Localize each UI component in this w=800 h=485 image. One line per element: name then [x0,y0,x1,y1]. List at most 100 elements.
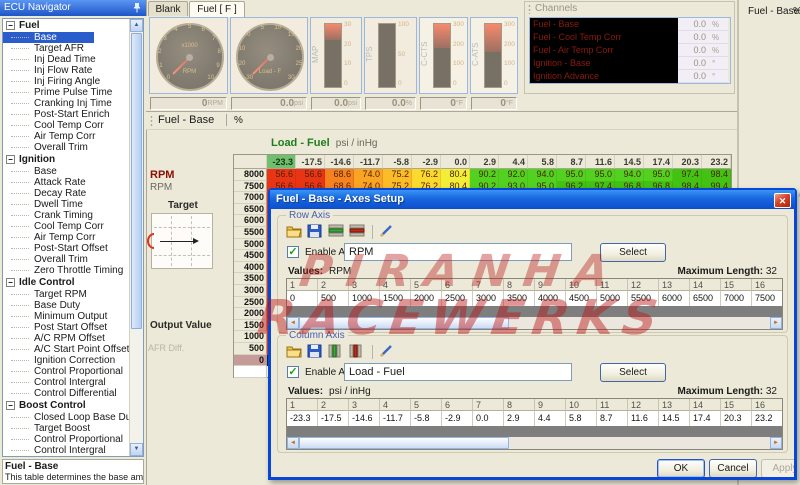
row-header[interactable]: 6500 [234,203,267,216]
row-header[interactable]: 7000 [234,192,267,204]
tree-item-air-temp-corr[interactable]: Air Temp Corr [3,232,130,243]
strip-value-cell[interactable]: 8.7 [597,411,628,426]
tree-item-attack-rate[interactable]: Attack Rate [3,177,130,188]
col-header[interactable]: 0.0 [441,155,470,169]
strip-value-cell[interactable]: 4.4 [535,411,566,426]
drag-handle-icon[interactable] [150,115,153,126]
tree-item-control-proportional[interactable]: Control Proportional [3,366,130,377]
strip-value-cell[interactable]: 23.2 [752,411,782,426]
col-header[interactable]: -17.5 [296,155,325,169]
save-icon[interactable] [307,344,324,359]
table-cell[interactable]: 68.6 [325,169,354,181]
col-header[interactable]: -14.6 [325,155,354,169]
strip-value-cell[interactable]: 0.0 [473,411,504,426]
strip-value-cell[interactable]: 5500 [628,291,659,306]
strip-value-cell[interactable]: 0 [287,291,318,306]
row-header[interactable]: 2500 [234,296,267,309]
tree-scrollbar-thumb[interactable] [131,33,142,329]
tree-item-cool-temp-corr[interactable]: Cool Temp Corr [3,120,130,131]
axis-name-input[interactable]: RPM [344,243,572,261]
tree-group-fuel[interactable]: Fuel − [3,19,130,32]
row-header[interactable]: 5500 [234,226,267,239]
save-icon[interactable] [307,224,324,239]
axis-name-input[interactable]: Load - Fuel [344,363,572,381]
tree-item-a-c-rpm-offset[interactable]: A/C RPM Offset [3,333,130,344]
strip-value-cell[interactable]: 11.6 [628,411,659,426]
table-unit-selector[interactable]: % [234,115,243,126]
strip-value-cell[interactable]: -5.8 [411,411,442,426]
strip-value-cell[interactable]: -14.6 [349,411,380,426]
row-header[interactable]: 3500 [234,273,267,285]
insert-row-icon[interactable] [328,224,345,239]
tree-scrollbar[interactable]: ▲ ▼ [129,19,143,456]
strip-value-cell[interactable]: -2.9 [442,411,473,426]
channel-row[interactable]: Ignition - Base 0.0 ° [530,57,730,70]
tree-group-idle-control[interactable]: Idle Control − [3,276,130,289]
strip-scrollbar-thumb[interactable] [299,437,509,449]
tree-group-boost-control[interactable]: Boost Control − [3,399,130,412]
tree-item-control-intergral[interactable]: Control Intergral [3,445,130,456]
tree-item-dwell-time[interactable]: Dwell Time [3,199,130,210]
pin-icon[interactable] [131,2,143,14]
tree-item-inj-flow-rate[interactable]: Inj Flow Rate [3,65,130,76]
strip-scrollbar[interactable]: ◄ ► [287,437,782,449]
col-header[interactable]: 14.5 [615,155,644,169]
col-header[interactable]: -2.9 [412,155,441,169]
collapse-icon[interactable]: − [6,278,15,287]
insert-column-icon[interactable] [328,344,345,359]
strip-value-cell[interactable]: 2.9 [504,411,535,426]
strip-scrollbar-thumb[interactable] [299,317,509,329]
table-cell[interactable]: 95.0 [557,169,586,181]
enable-axis-checkbox[interactable]: ✓ [287,366,299,378]
strip-value-cell[interactable]: 17.4 [690,411,721,426]
tree-item-overall-trim[interactable]: Overall Trim [3,142,130,153]
strip-value-cell[interactable]: 7500 [752,291,782,306]
open-icon[interactable] [286,224,303,239]
tree-item-base[interactable]: Base [3,166,130,177]
row-header[interactable]: 4500 [234,250,267,262]
tree-item-inj-firing-angle[interactable]: Inj Firing Angle [3,76,130,87]
tree-item-prime-pulse-time[interactable]: Prime Pulse Time [3,87,130,98]
col-header[interactable]: -11.7 [354,155,383,169]
select-button[interactable]: Select [600,363,666,382]
strip-value-cell[interactable]: 2500 [442,291,473,306]
strip-value-cell[interactable]: -11.7 [380,411,411,426]
scroll-left-icon[interactable]: ◄ [287,437,299,449]
col-header[interactable]: -23.3 [267,155,296,169]
tree-item-decay-rate[interactable]: Decay Rate [3,188,130,199]
col-header[interactable]: 8.7 [557,155,586,169]
table-cell[interactable]: 75.2 [383,169,412,181]
tree-item-post-start-offset[interactable]: Post Start Offset [3,322,130,333]
strip-value-cell[interactable]: 5.8 [566,411,597,426]
tree-item-control-proportional[interactable]: Control Proportional [3,434,130,445]
tree-item-cool-temp-corr[interactable]: Cool Temp Corr [3,221,130,232]
ok-button[interactable]: OK [657,459,705,477]
tree-item-target-rpm[interactable]: Target RPM [3,289,130,300]
table-cell[interactable]: 56.6 [296,169,325,181]
select-button[interactable]: Select [600,243,666,262]
cancel-button[interactable]: Cancel [709,459,757,477]
strip-value-cell[interactable]: -23.3 [287,411,318,426]
tree-item-overall-trim[interactable]: Overall Trim [3,254,130,265]
tree-group-ignition[interactable]: Ignition − [3,153,130,166]
scroll-up-icon[interactable]: ▲ [130,19,143,32]
tree-item-target-afr[interactable]: Target AFR [3,43,130,54]
table-cell[interactable]: 95.0 [644,169,673,181]
tree-item-minimum-output[interactable]: Minimum Output [3,311,130,322]
strip-value-cell[interactable]: 14.5 [659,411,690,426]
strip-value-cell[interactable]: 7000 [721,291,752,306]
collapse-icon[interactable]: − [6,401,15,410]
tree-item-control-differential[interactable]: Control Differential [3,388,130,399]
tab-blank[interactable]: Blank [148,1,188,16]
drag-handle-icon[interactable] [528,4,531,14]
delete-row-icon[interactable] [349,224,366,239]
channel-row[interactable]: Fuel - Cool Temp Corr 0.0% [530,31,730,44]
tree-item-inj-dead-time[interactable]: Inj Dead Time [3,54,130,65]
channel-row[interactable]: Fuel - Base 0.0% [530,18,730,31]
table-cell[interactable]: 74.0 [354,169,383,181]
table-cell[interactable]: 95.0 [586,169,615,181]
tree-item-air-temp-corr[interactable]: Air Temp Corr [3,131,130,142]
tree-item-cranking-inj-time[interactable]: Cranking Inj Time [3,98,130,109]
col-header[interactable]: 5.8 [528,155,557,169]
channel-row[interactable]: Fuel - Air Temp Corr 0.0% [530,44,730,57]
